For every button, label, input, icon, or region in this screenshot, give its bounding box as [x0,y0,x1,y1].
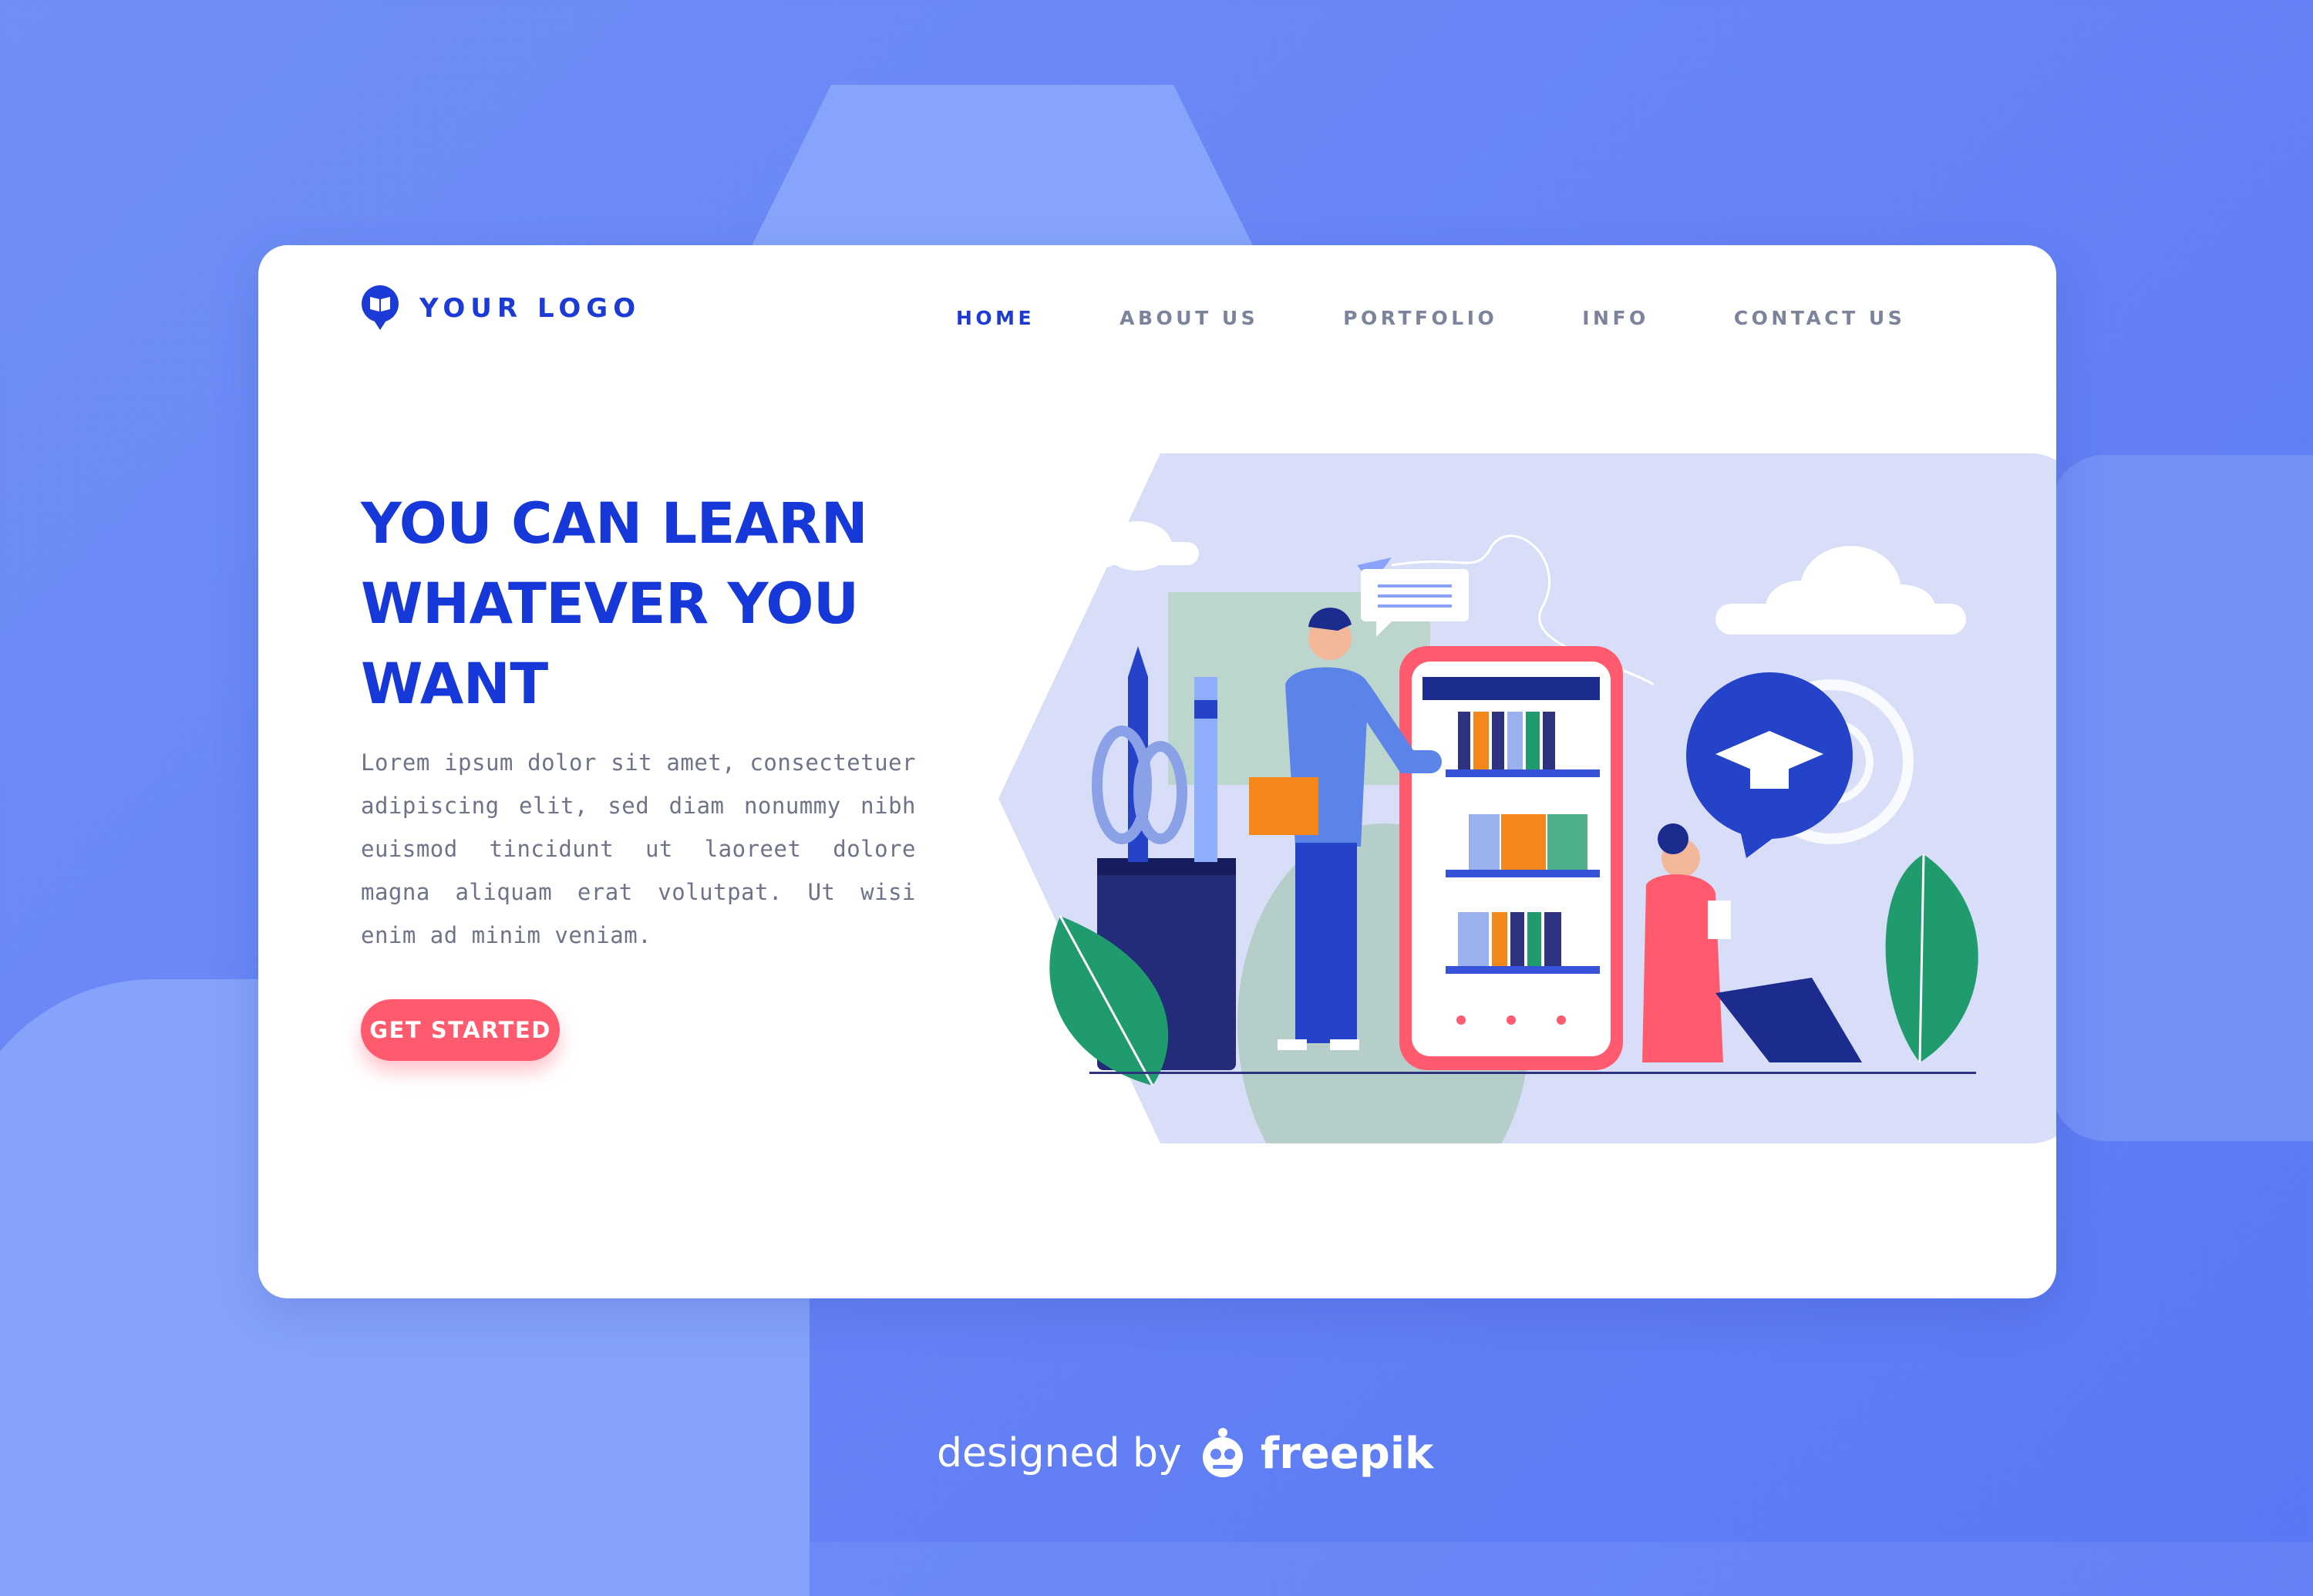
logo-text: YOUR LOGO [419,293,641,324]
landing-card: YOUR LOGO HOME ABOUT US PORTFOLIO INFO C… [258,245,2056,1298]
nav-contact-us[interactable]: CONTACT US [1734,307,1905,329]
graduation-cap-icon [1686,672,1853,858]
nav-home[interactable]: HOME [956,307,1035,329]
logo[interactable]: YOUR LOGO [361,285,641,332]
footer-brand: freepik [1260,1428,1434,1479]
nav-about-us[interactable]: ABOUT US [1119,307,1258,329]
hero-description: Lorem ipsum dolor sit amet, consectetuer… [361,749,916,948]
plant-icon [1885,854,1978,1063]
woman-figure [1642,823,1862,1062]
learning-illustration [1049,507,1978,1143]
ground-line [1089,1072,1976,1074]
get-started-button[interactable]: GET STARTED [361,999,560,1061]
freepik-logo-icon [1202,1428,1243,1477]
cloud-icon [1052,507,1199,571]
footer-credit[interactable]: designed by freepik [937,1426,1433,1480]
nav-info[interactable]: INFO [1582,307,1649,329]
phone-bookshelf-icon [1399,646,1623,1070]
nav-portfolio[interactable]: PORTFOLIO [1343,307,1497,329]
hero-title: YOU CAN LEARN WHATEVER YOU WANT [361,491,868,717]
main-nav: HOME ABOUT US PORTFOLIO INFO CONTACT US [956,307,1990,329]
book-logo-icon [362,285,399,330]
cloud-icon [1715,546,1966,635]
background-shape-right [2051,455,2313,1141]
footer-text: designed by [937,1430,1182,1476]
